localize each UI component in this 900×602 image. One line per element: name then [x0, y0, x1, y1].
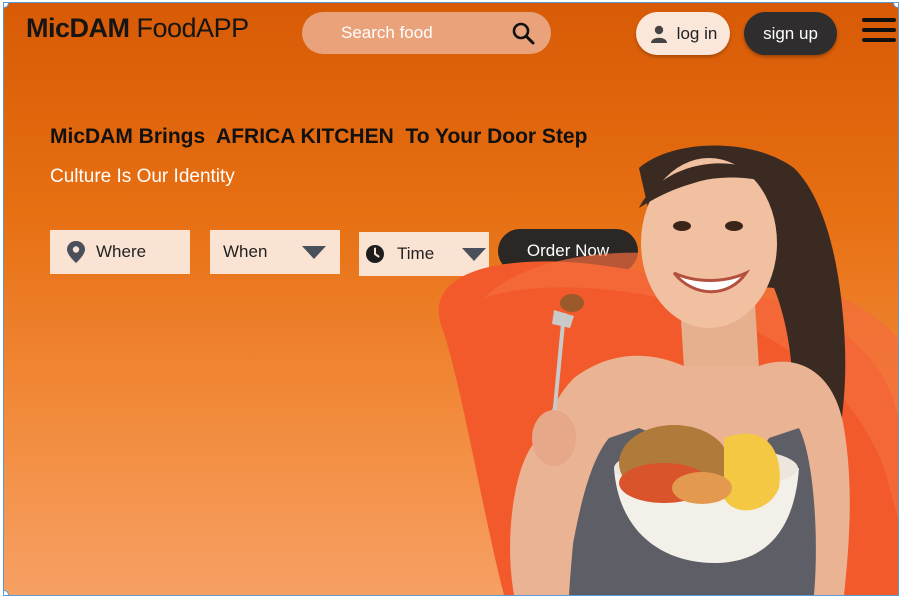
dropdown-triangle-icon: [302, 245, 326, 259]
selection-handle[interactable]: [4, 590, 9, 595]
selection-handle[interactable]: [4, 3, 9, 8]
login-label: log in: [676, 23, 718, 43]
logo-app-text: FoodAPP: [136, 13, 250, 43]
search-bar: [302, 12, 551, 54]
where-field[interactable]: Where: [50, 230, 190, 274]
eye-left: [673, 221, 691, 231]
page-tagline: Culture Is Our Identity: [50, 166, 235, 187]
location-pin-icon: [67, 241, 85, 263]
food-bite: [560, 294, 584, 312]
hand: [532, 410, 576, 466]
signup-button[interactable]: sign up: [744, 12, 837, 55]
signup-label: sign up: [763, 23, 818, 43]
search-input[interactable]: [339, 22, 503, 44]
when-dropdown[interactable]: When: [210, 230, 340, 274]
user-icon: [650, 25, 667, 43]
yam: [672, 472, 732, 504]
app-frame: MicDAM FoodAPP log in sign up MicDAM Bri…: [3, 2, 899, 596]
search-icon[interactable]: [511, 21, 535, 45]
where-label: Where: [96, 242, 147, 261]
hero-image: [438, 145, 898, 595]
when-label: When: [223, 242, 268, 261]
selection-handle[interactable]: [893, 3, 898, 8]
clock-icon: [366, 245, 384, 263]
brand-logo[interactable]: MicDAM FoodAPP: [26, 13, 249, 44]
hamburger-menu-icon[interactable]: [862, 18, 896, 46]
logo-bold-text: MicDAM: [26, 13, 130, 43]
eye-right: [725, 221, 743, 231]
login-button[interactable]: log in: [636, 12, 730, 55]
